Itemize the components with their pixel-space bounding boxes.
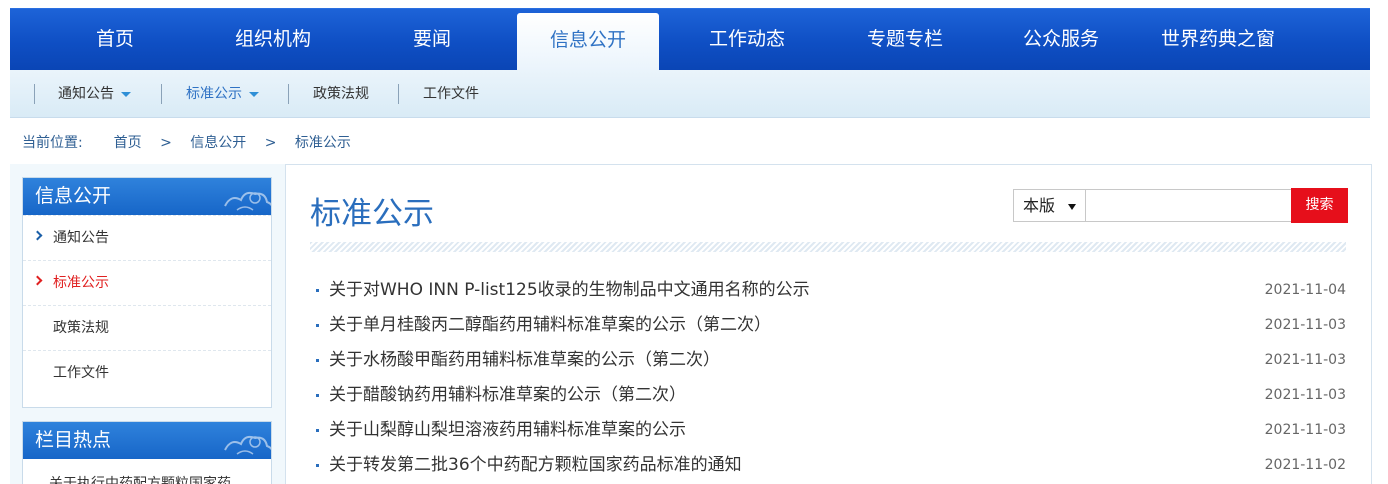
subnav-divider — [161, 84, 162, 104]
nav-item-info-disclosure[interactable]: 信息公开 — [517, 13, 659, 71]
list-item-title[interactable]: 关于转发第二批36个中药配方颗粒国家药品标准的通知 — [329, 451, 742, 479]
article-list: 关于对WHO INN P-list125收录的生物制品中文通用名称的公示 202… — [312, 276, 1348, 484]
bullet-icon — [316, 324, 319, 327]
list-item-date: 2021-11-03 — [1264, 352, 1346, 368]
search-scope-select[interactable]: 本版 — [1013, 189, 1086, 222]
nav-item-work-updates[interactable]: 工作动态 — [692, 9, 802, 71]
nav-item-public-service[interactable]: 公众服务 — [1006, 9, 1116, 71]
breadcrumb-current[interactable]: 标准公示 — [295, 135, 351, 151]
nav-item-news[interactable]: 要闻 — [390, 9, 474, 71]
cloud-ornament-icon — [224, 435, 271, 455]
sub-nav-bar: 通知公告 标准公示 政策法规 工作文件 — [10, 70, 1370, 118]
chevron-down-icon — [121, 91, 131, 97]
list-item-date: 2021-11-03 — [1264, 422, 1346, 438]
bullet-icon — [316, 359, 319, 362]
list-item-title[interactable]: 关于水杨酸甲酯药用辅料标准草案的公示（第二次） — [329, 346, 720, 374]
bullet-icon — [316, 464, 319, 467]
breadcrumb-link-home[interactable]: 首页 — [114, 135, 142, 151]
breadcrumb: 当前位置: 首页 > 信息公开 > 标准公示 — [22, 132, 351, 152]
list-item[interactable]: 关于对WHO INN P-list125收录的生物制品中文通用名称的公示 202… — [312, 276, 1348, 311]
chevron-down-icon — [1068, 204, 1076, 210]
list-item-title[interactable]: 关于对WHO INN P-list125收录的生物制品中文通用名称的公示 — [329, 276, 810, 304]
list-item[interactable]: 关于单月桂酸丙二醇酯药用辅料标准草案的公示（第二次） 2021-11-03 — [312, 311, 1348, 346]
list-item-date: 2021-11-03 — [1264, 387, 1346, 403]
search-button[interactable]: 搜索 — [1291, 188, 1348, 223]
subnav-item-notices[interactable]: 通知公告 — [58, 70, 131, 118]
bullet-icon — [316, 429, 319, 432]
nav-item-organization[interactable]: 组织机构 — [218, 9, 328, 71]
breadcrumb-prefix: 当前位置: — [22, 135, 83, 151]
sidebar-hot-title-text: 栏目热点 — [35, 429, 112, 451]
subnav-divider — [34, 84, 35, 104]
chevron-right-icon — [32, 275, 43, 286]
list-item-title[interactable]: 关于山梨醇山梨坦溶液药用辅料标准草案的公示 — [329, 416, 686, 444]
breadcrumb-separator: > — [264, 135, 277, 151]
list-item-date: 2021-11-04 — [1264, 282, 1346, 298]
list-item[interactable]: 关于醋酸钠药用辅料标准草案的公示（第二次） 2021-11-03 — [312, 381, 1348, 416]
subnav-divider — [288, 84, 289, 104]
list-item[interactable]: 关于转发第二批36个中药配方颗粒国家药品标准的通知 2021-11-02 — [312, 451, 1348, 484]
sidebar-item-policies[interactable]: 政策法规 — [23, 305, 271, 350]
sidebar-item-notices[interactable]: 通知公告 — [23, 215, 271, 260]
list-item-date: 2021-11-02 — [1264, 457, 1346, 473]
sidebar-hot-item[interactable]: 关于执行中药配方颗粒国家药 — [23, 469, 271, 484]
search-scope-value: 本版 — [1023, 196, 1056, 215]
list-item-date: 2021-11-03 — [1264, 317, 1346, 333]
sidebar-item-label: 工作文件 — [53, 365, 109, 381]
subnav-divider — [398, 84, 399, 104]
list-item[interactable]: 关于水杨酸甲酯药用辅料标准草案的公示（第二次） 2021-11-03 — [312, 346, 1348, 381]
sidebar-hot-box: 栏目热点 关于执行中药配方颗粒国家药 — [22, 421, 272, 484]
cloud-ornament-icon — [224, 191, 271, 211]
top-nav-bar: 首页 组织机构 要闻 信息公开 工作动态 专题专栏 公众服务 世界药典之窗 — [10, 8, 1370, 71]
chevron-right-icon — [32, 230, 43, 241]
list-item[interactable]: 关于山梨醇山梨坦溶液药用辅料标准草案的公示 2021-11-03 — [312, 416, 1348, 451]
nav-item-topics[interactable]: 专题专栏 — [850, 9, 960, 71]
sidebar-item-standards[interactable]: 标准公示 — [23, 260, 271, 305]
subnav-item-label: 工作文件 — [423, 86, 479, 102]
subnav-item-work-files[interactable]: 工作文件 — [423, 70, 479, 118]
subnav-item-label: 通知公告 — [58, 86, 114, 102]
sidebar-item-label: 标准公示 — [53, 275, 109, 291]
search-input[interactable] — [1086, 189, 1292, 222]
sidebar-section-menu: 信息公开 通知公告 标准公示 政策法规 工作文件 — [22, 177, 272, 408]
subnav-item-label: 政策法规 — [313, 86, 369, 102]
bullet-icon — [316, 289, 319, 292]
bullet-icon — [316, 394, 319, 397]
sidebar-item-label: 通知公告 — [53, 230, 109, 246]
sidebar-hot-title: 栏目热点 — [23, 422, 271, 459]
chevron-down-icon — [249, 91, 259, 97]
sidebar-item-label: 政策法规 — [53, 320, 109, 336]
subnav-item-standards[interactable]: 标准公示 — [186, 70, 259, 118]
nav-item-world-pharmacopoeia[interactable]: 世界药典之窗 — [1148, 9, 1288, 71]
sidebar-item-work-files[interactable]: 工作文件 — [23, 350, 271, 395]
decorative-divider — [310, 242, 1346, 252]
subnav-item-label: 标准公示 — [186, 86, 242, 102]
list-item-title[interactable]: 关于醋酸钠药用辅料标准草案的公示（第二次） — [329, 381, 686, 409]
nav-item-home[interactable]: 首页 — [72, 9, 158, 71]
page-title: 标准公示 — [310, 196, 434, 232]
breadcrumb-link-info[interactable]: 信息公开 — [190, 135, 246, 151]
sidebar-section-title: 信息公开 — [23, 178, 271, 215]
list-item-title[interactable]: 关于单月桂酸丙二醇酯药用辅料标准草案的公示（第二次） — [329, 311, 771, 339]
sidebar-section-title-text: 信息公开 — [35, 185, 112, 207]
breadcrumb-separator: > — [160, 135, 172, 151]
subnav-item-policies[interactable]: 政策法规 — [313, 70, 369, 118]
